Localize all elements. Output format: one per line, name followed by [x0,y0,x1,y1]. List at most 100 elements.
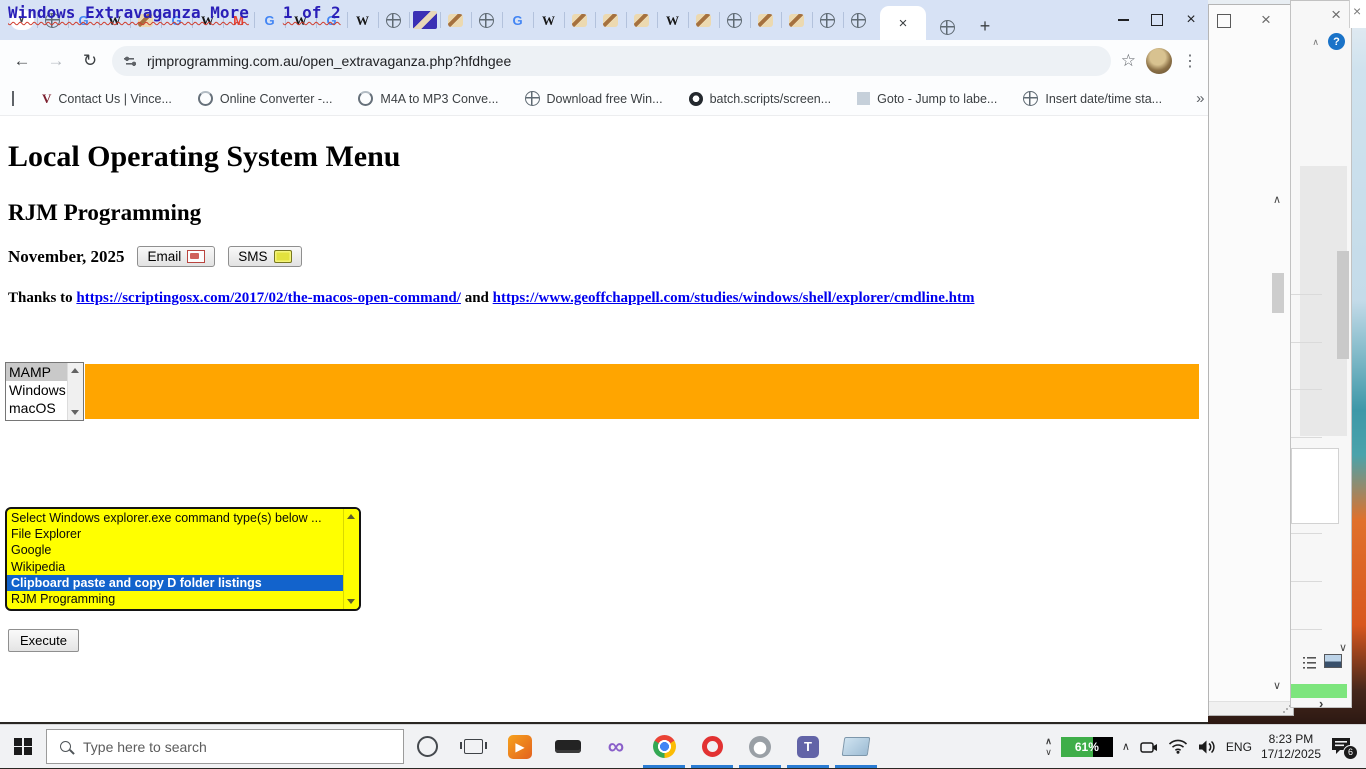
scroll-down-icon[interactable] [71,410,79,415]
browser-tab[interactable] [502,7,533,33]
browser-tab[interactable] [347,7,378,33]
scrollbar-thumb[interactable] [1272,273,1284,313]
browser-tab[interactable] [843,7,874,33]
active-tab[interactable] [880,6,926,40]
command-option[interactable]: RJM Programming [7,591,343,607]
reload-icon[interactable]: ↻ [78,51,102,71]
browser-tab[interactable] [812,7,843,33]
battery-indicator[interactable]: 61% [1061,737,1113,757]
back-icon[interactable]: ← [10,51,34,71]
taskbar-search[interactable]: Type here to search [46,729,404,764]
browser-tab[interactable] [564,7,595,33]
collapse-icon[interactable] [1312,37,1319,48]
bookmark-item[interactable]: Online Converter -... [198,91,333,106]
bookmark-item[interactable]: Insert date/time sta... [1023,91,1162,106]
browser-tab[interactable] [750,7,781,33]
maximize-button[interactable] [1140,0,1174,40]
profile-avatar[interactable] [1146,48,1172,74]
command-option[interactable]: Google [7,542,343,558]
browser-tab[interactable] [409,7,440,33]
browser-tab[interactable] [440,7,471,33]
os-select-listbox[interactable]: MAMPWindowsmacOS [5,362,84,421]
command-option[interactable]: Select Windows explorer.exe command type… [7,510,343,526]
notification-center-button[interactable]: 6 [1330,736,1356,758]
command-option[interactable]: Clipboard paste and copy D folder listin… [7,575,343,591]
taskbar-app-button[interactable] [592,725,640,768]
scrollbar-thumb[interactable] [1337,251,1349,359]
thumbnail-view-icon[interactable] [1324,654,1342,668]
bookmark-star-icon[interactable] [1121,51,1136,71]
next-chevron-icon[interactable] [1319,696,1323,711]
language-indicator[interactable]: ENG [1226,740,1252,754]
help-icon[interactable]: ? [1328,33,1345,50]
bookmark-item[interactable]: Contact Us | Vince... [42,92,172,106]
email-button[interactable]: Email [137,246,215,267]
bookmarks-overflow-icon[interactable] [1196,90,1204,107]
browser-tab[interactable] [626,7,657,33]
execute-button[interactable]: Execute [8,629,79,652]
os-option[interactable]: macOS [6,399,67,417]
browser-tab[interactable] [719,7,750,33]
maximize-icon[interactable] [1217,14,1231,28]
scroll-down-icon[interactable] [347,599,355,604]
close-icon[interactable] [1261,11,1271,28]
bookmark-item[interactable]: Download free Win... [525,91,663,106]
clock[interactable]: 8:23 PM 17/12/2025 [1261,732,1321,762]
scriptingosx-link[interactable]: https://scriptingosx.com/2017/02/the-mac… [76,290,461,306]
start-button[interactable] [0,738,46,756]
volume-icon[interactable] [1197,739,1217,755]
scroll-up-icon[interactable] [71,368,79,373]
browser-tab[interactable] [688,7,719,33]
tab-close-icon[interactable] [899,16,908,31]
os-select-scrollbar[interactable] [67,363,83,420]
apps-grid-icon[interactable] [12,91,14,106]
url-text[interactable]: rjmprogramming.com.au/open_extravaganza.… [147,53,511,69]
menu-kebab-icon[interactable] [1182,51,1198,71]
forward-icon[interactable]: → [44,51,68,71]
command-select-listbox[interactable]: Select Windows explorer.exe command type… [5,507,361,611]
taskbar-app-button[interactable] [736,725,784,768]
task-view-button[interactable] [450,739,496,754]
site-settings-icon[interactable] [124,55,138,67]
browser-tab[interactable] [932,14,963,40]
os-option[interactable]: MAMP [6,363,67,381]
sms-button[interactable]: SMS [228,246,301,267]
scroll-down-icon[interactable] [1339,641,1347,654]
taskbar-app-button[interactable] [544,725,592,768]
scroll-down-icon[interactable] [1273,681,1281,692]
browser-tab[interactable] [657,7,688,33]
wifi-icon[interactable] [1168,739,1188,754]
new-tab-button[interactable] [971,12,999,40]
command-option[interactable]: Wikipedia [7,559,343,575]
geoffchappell-link[interactable]: https://www.geoffchappell.com/studies/wi… [493,290,975,306]
browser-tab[interactable] [533,7,564,33]
cortana-button[interactable] [404,736,450,757]
close-icon[interactable] [1331,6,1341,23]
taskbar-app-button[interactable] [640,725,688,768]
bookmark-item[interactable]: batch.scripts/screen... [689,92,832,106]
browser-tab[interactable] [781,7,812,33]
tray-overflow-chevron[interactable] [1122,740,1130,753]
address-bar[interactable]: rjmprogramming.com.au/open_extravaganza.… [112,46,1111,76]
browser-tab[interactable] [595,7,626,33]
browser-tab[interactable] [378,7,409,33]
command-select-scrollbar[interactable] [343,509,359,609]
command-option[interactable]: File Explorer [7,526,343,542]
bookmark-item[interactable]: Goto - Jump to labe... [857,92,997,106]
taskbar-app-button[interactable] [832,725,880,768]
scroll-up-icon[interactable] [347,514,355,519]
close-button[interactable] [1174,0,1208,40]
scroll-up-icon[interactable] [1273,195,1281,206]
bookmark-item[interactable]: M4A to MP3 Conve... [358,91,498,106]
meet-now-icon[interactable] [1139,739,1159,755]
os-option[interactable]: Windows [6,381,67,399]
taskbar-app-button[interactable] [784,725,832,768]
taskbar-scroll-arrows[interactable] [1045,737,1052,757]
taskbar-app-button[interactable] [688,725,736,768]
minimize-button[interactable] [1106,0,1140,40]
taskbar-app-button[interactable] [496,725,544,768]
close-icon[interactable] [1353,4,1361,18]
list-view-icon[interactable] [1303,656,1316,669]
bookmark-favicon-icon [525,91,540,106]
browser-tab[interactable] [471,7,502,33]
